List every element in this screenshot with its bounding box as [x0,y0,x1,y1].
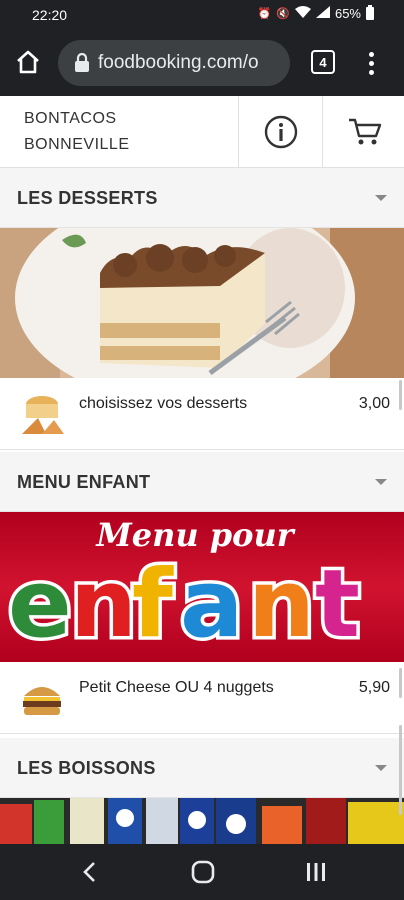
item-price: 3,00 [358,395,390,412]
svg-text:t: t [315,550,360,659]
url-text: foodbooking.com/o [98,52,259,73]
item-name: Petit Cheese OU 4 nuggets [79,679,274,696]
recents-icon[interactable] [302,858,330,886]
svg-text:n: n [248,550,315,659]
site-header: BONTACOS BONNEVILLE [0,96,404,168]
menu-item[interactable]: choisissez vos desserts 3,00 [0,378,404,450]
svg-text:f: f [132,550,174,659]
restaurant-name-line1: BONTACOS [24,110,117,127]
svg-text:n: n [70,550,137,659]
browser-toolbar: foodbooking.com/o 4 [0,30,404,96]
info-icon [264,115,297,149]
status-icons: ⏰ 🔇 65% [257,5,374,21]
section-title: LES DESSERTS [17,188,158,208]
section-header-desserts[interactable]: LES DESSERTS [0,168,404,228]
scrollbar[interactable] [399,380,402,410]
info-button[interactable] [238,96,322,168]
item-name: choisissez vos desserts [79,395,248,412]
menu-item[interactable]: Petit Cheese OU 4 nuggets 5,90 [0,662,404,734]
status-bar: 22:20 ⏰ 🔇 65% [0,0,404,30]
signal-icon [315,6,330,21]
wifi-icon [294,6,311,21]
svg-text:a: a [180,550,243,659]
item-thumbnail [18,674,66,722]
tab-count: 4 [319,54,327,70]
section-title: MENU ENFANT [17,472,151,492]
battery-icon [366,5,374,20]
section-header-menu-enfant[interactable]: MENU ENFANT [0,452,404,512]
section-title: LES BOISSONS [17,758,156,778]
chevron-down-icon [375,195,387,201]
item-price: 5,90 [358,679,390,696]
desserts-banner-image [0,228,404,378]
kids-menu-banner: Menu pour e n f a n t enfant [0,512,404,662]
scrollbar[interactable] [399,725,402,815]
chevron-down-icon [375,765,387,771]
tabs-icon[interactable]: 4 [311,50,335,74]
scrollbar[interactable] [399,668,402,698]
alarm-icon: ⏰ [257,8,272,20]
back-icon[interactable] [76,858,104,886]
mute-icon: 🔇 [276,8,290,20]
drinks-banner-image [0,798,404,844]
home-icon[interactable] [14,48,42,76]
restaurant-name: BONTACOS BONNEVILLE [24,106,129,158]
banner-title: Menu pour [95,516,295,554]
restaurant-name-line2: BONNEVILLE [24,136,130,153]
item-thumbnail [18,390,66,438]
more-vert-icon[interactable] [362,48,380,78]
system-nav-bar [0,844,404,900]
chevron-down-icon [375,479,387,485]
cart-icon [348,118,381,145]
cart-button[interactable] [322,96,404,168]
lock-icon [75,53,89,72]
battery-percent: 65% [334,6,361,21]
home-circle-icon[interactable] [189,858,217,886]
status-time: 22:20 [32,7,68,23]
section-header-boissons[interactable]: LES BOISSONS [0,738,404,798]
svg-text:e: e [8,550,72,659]
address-bar[interactable]: foodbooking.com/o [58,40,290,86]
